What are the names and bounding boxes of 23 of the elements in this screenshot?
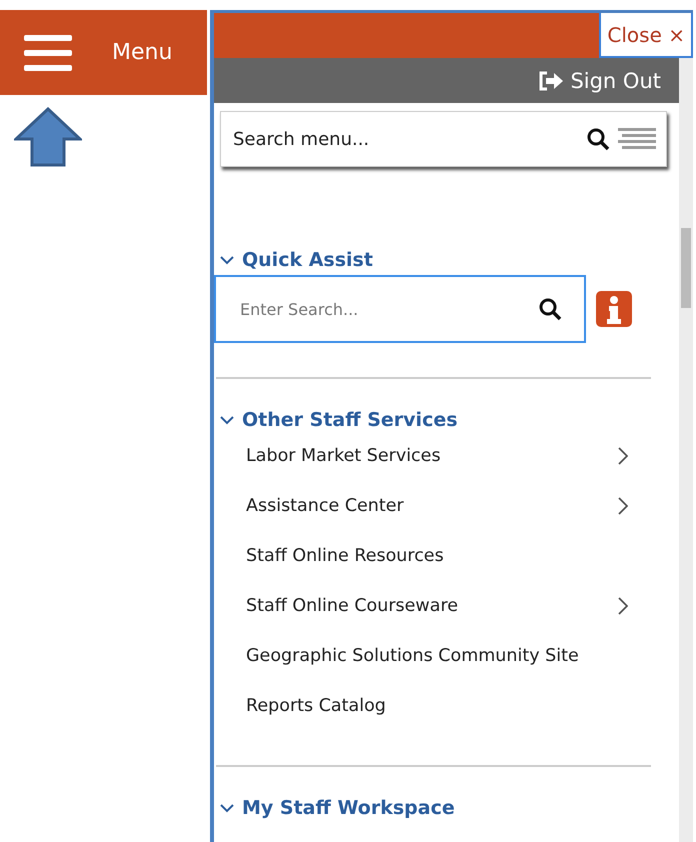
up-arrow-icon [14,107,82,167]
menu-item[interactable]: Staff Online Courseware [214,581,634,631]
list-icon[interactable] [618,126,656,152]
menu-item[interactable]: Assistance Center [214,481,634,531]
sign-out-button[interactable]: Sign Out [532,68,667,94]
menu-search-field[interactable]: Search menu... [220,111,667,167]
search-icon[interactable] [538,297,562,321]
menu-item[interactable]: Geographic Solutions Community Site [214,631,634,681]
menu-item[interactable]: Reports Catalog [214,681,634,731]
section-heading[interactable]: Quick Assist [214,249,379,271]
search-icon[interactable] [586,127,610,151]
info-icon[interactable] [596,291,632,327]
quick-search-field[interactable]: Enter Search... [214,275,586,343]
menu-search-input[interactable]: Search menu... [231,128,586,150]
menu-icon [24,32,72,72]
menu-item[interactable]: Staff Online Resources [214,531,634,581]
sign-out-icon [538,70,564,90]
menu-item[interactable]: Labor Market Services [214,431,634,481]
scrollbar[interactable] [679,58,693,842]
section-heading[interactable]: My Staff Workspace [214,797,461,819]
close-button[interactable]: Close × [599,13,693,58]
menu-button[interactable]: Menu [0,10,207,95]
section-heading[interactable]: Other Staff Services [214,409,464,431]
